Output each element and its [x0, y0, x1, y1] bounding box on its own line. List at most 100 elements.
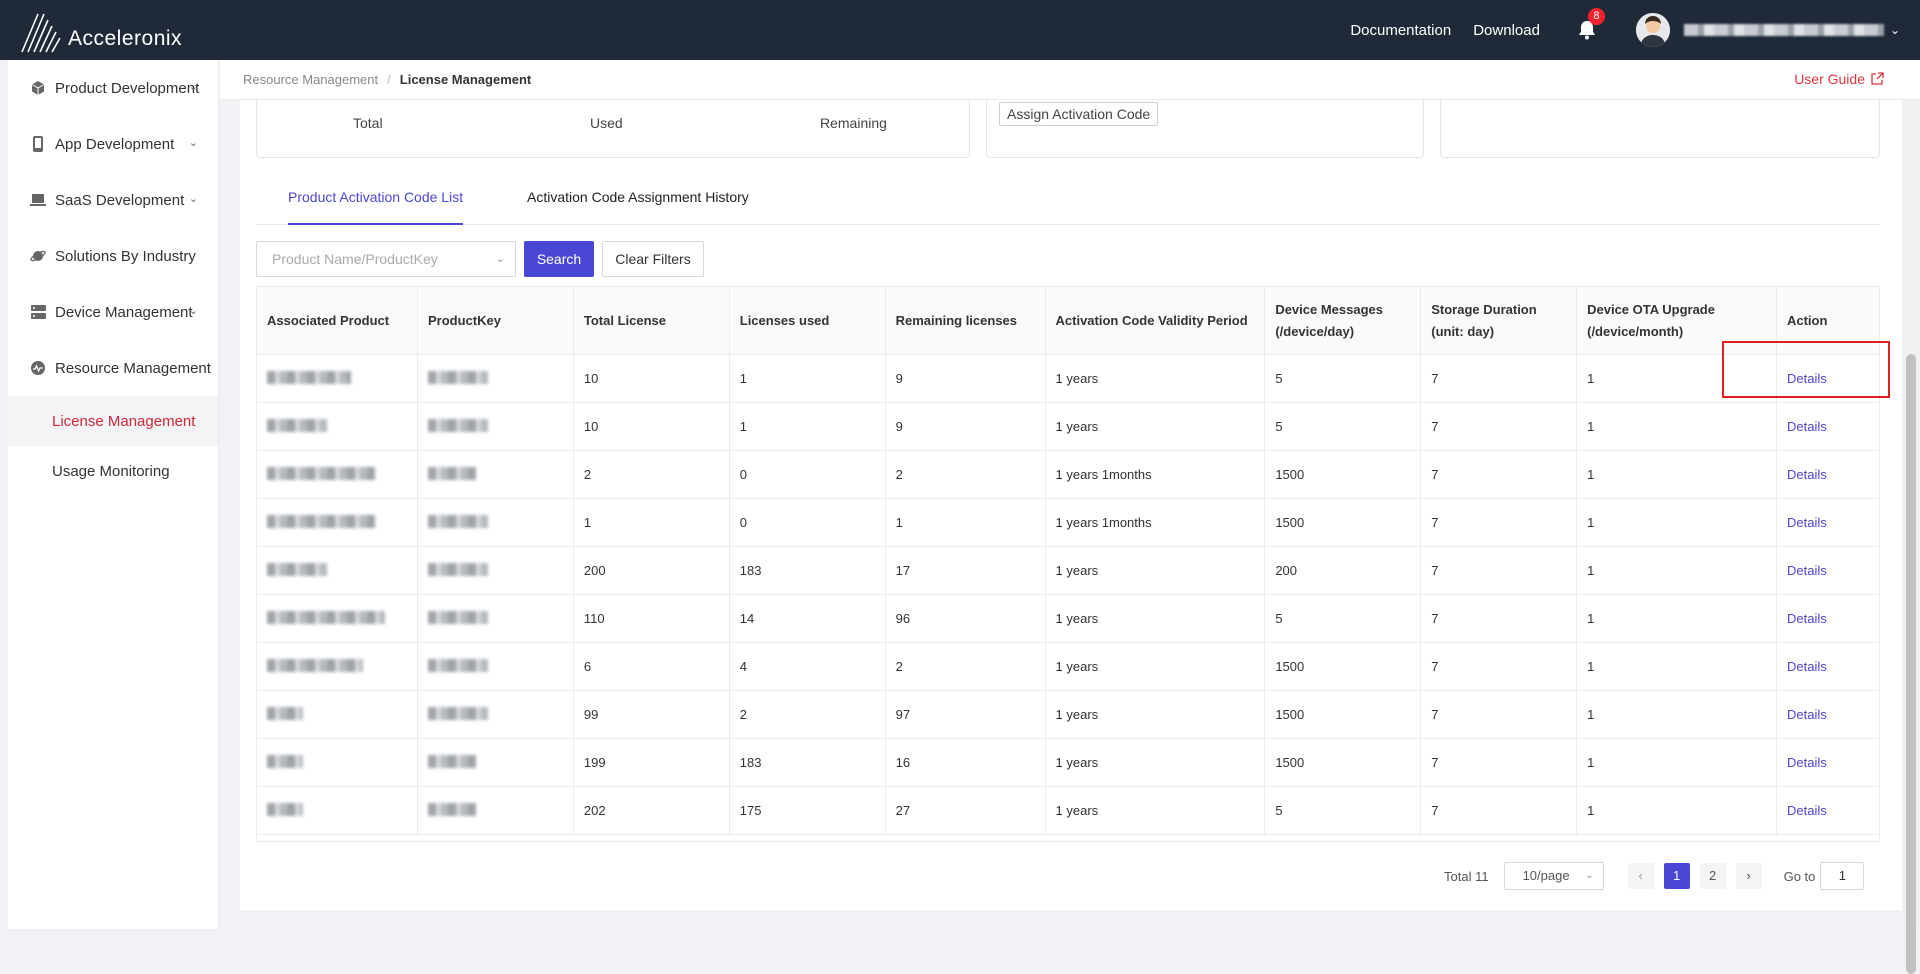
remaining-licenses-cell: 9	[884, 402, 1046, 451]
tab-activation-code-assignment-history[interactable]: Activation Code Assignment History	[527, 189, 749, 225]
details-link[interactable]: Details	[1775, 642, 1881, 691]
details-link[interactable]: Details	[1775, 786, 1881, 835]
page-scrollbar[interactable]	[1902, 60, 1920, 974]
table-row: 2021 years 1months 1500 7 1 Details	[256, 450, 1881, 499]
product-name-redacted	[256, 738, 418, 787]
total-license-cell: 202	[572, 786, 730, 835]
device-messages-cell: 1500	[1264, 690, 1422, 739]
details-link[interactable]: Details	[1775, 594, 1881, 643]
product-name-redacted	[256, 594, 418, 643]
ota-upgrade-cell: 1	[1576, 498, 1777, 547]
next-page-button[interactable]: ›	[1735, 863, 1762, 889]
redacted-text	[427, 802, 476, 816]
ota-upgrade-cell: 1	[1576, 450, 1777, 499]
remaining-licenses-cell: 27	[884, 786, 1046, 835]
details-link[interactable]: Details	[1775, 690, 1881, 739]
tab-product-activation-code-list[interactable]: Product Activation Code List	[288, 189, 464, 225]
details-link[interactable]: Details	[1775, 354, 1881, 403]
details-link[interactable]: Details	[1775, 546, 1881, 595]
table-row: 200 183 17 1 years 200 7 1 Details	[256, 546, 1881, 595]
sidebar-item-saas-development[interactable]: SaaS Development ⌄	[8, 172, 218, 228]
download-link[interactable]: Download	[1473, 22, 1540, 39]
search-button[interactable]: Search	[524, 241, 594, 277]
column-header: Remaining licenses	[884, 286, 1046, 355]
table-row: 199 183 16 1 years 1500 7 1 Details	[256, 738, 1881, 787]
sidebar-item-label: Resource Management	[55, 359, 211, 377]
storage-duration-cell: 7	[1420, 402, 1578, 451]
chevron-down-icon: ⌄	[188, 305, 198, 317]
sidebar-item-resource-management[interactable]: Resource Management	[8, 340, 218, 396]
licenses-used-cell: 1	[728, 402, 886, 451]
sidebar-item-usage-monitoring[interactable]: Usage Monitoring	[8, 446, 218, 496]
logo[interactable]: Acceleronix	[20, 8, 182, 54]
licenses-used-cell: 4	[728, 642, 886, 691]
assign-activation-code-button[interactable]: Assign Activation Code	[999, 102, 1159, 126]
avatar[interactable]	[1635, 13, 1670, 47]
product-name-redacted	[256, 498, 418, 547]
product-key-redacted	[416, 450, 574, 499]
scrollbar-thumb[interactable]	[1906, 354, 1916, 974]
top-bar: Acceleronix Documentation Download 8 ⌄	[0, 0, 1920, 60]
breadcrumb: Resource Management / License Management…	[220, 60, 1920, 100]
page-button-2[interactable]: 2	[1699, 863, 1726, 889]
sidebar-item-app-development[interactable]: App Development ⌄	[8, 116, 218, 172]
device-messages-cell: 5	[1264, 354, 1422, 403]
column-header: Action	[1775, 286, 1881, 355]
redacted-text	[267, 514, 375, 528]
sidebar-item-label: Solutions By Industry	[55, 247, 196, 265]
prev-page-button[interactable]: ‹	[1627, 863, 1654, 889]
licenses-used-cell: 14	[728, 594, 886, 643]
user-guide-link[interactable]: User Guide	[1794, 71, 1884, 87]
sidebar-item-label: Device Management	[55, 303, 193, 321]
licenses-used-cell: 183	[728, 546, 886, 595]
column-header: Device OTA Upgrade (/device/month)	[1576, 286, 1777, 355]
redacted-text	[427, 562, 488, 576]
ota-upgrade-cell: 1	[1576, 354, 1777, 403]
validity-period-cell: 1 years	[1044, 354, 1266, 403]
documentation-link[interactable]: Documentation	[1350, 22, 1451, 39]
remaining-licenses-cell: 2	[884, 642, 1046, 691]
remaining-licenses-cell: 1	[884, 498, 1046, 547]
table-row: 6421 years 1500 7 1 Details	[256, 642, 1881, 691]
table-bottom	[256, 834, 1880, 842]
details-link[interactable]: Details	[1775, 498, 1881, 547]
username-redacted[interactable]	[1683, 24, 1884, 36]
sidebar-item-device-management[interactable]: Device Management ⌄	[8, 284, 218, 340]
licenses-used-cell: 1	[728, 354, 886, 403]
total-license-cell: 1	[572, 498, 730, 547]
product-name-redacted	[256, 690, 418, 739]
remaining-licenses-cell: 2	[884, 450, 1046, 499]
sidebar-item-license-management[interactable]: License Management	[8, 396, 218, 446]
details-link[interactable]: Details	[1775, 450, 1881, 499]
validity-period-cell: 1 years	[1044, 738, 1266, 787]
column-header: Licenses used	[728, 286, 886, 355]
clear-filters-button[interactable]: Clear Filters	[602, 241, 704, 277]
redacted-text	[267, 658, 363, 672]
page-size-select[interactable]: 10/page ⌄	[1503, 862, 1604, 890]
validity-period-cell: 1 years	[1044, 402, 1266, 451]
validity-period-cell: 1 years 1months	[1044, 498, 1266, 547]
breadcrumb-parent[interactable]: Resource Management	[243, 72, 378, 87]
product-key-redacted	[416, 354, 574, 403]
sidebar-item-product-development[interactable]: Product Development ⌄	[8, 60, 218, 116]
remaining-licenses-cell: 17	[884, 546, 1046, 595]
table-row: 1011 years 1months 1500 7 1 Details	[256, 498, 1881, 547]
tab-bar: Product Activation Code List Activation …	[256, 181, 1880, 225]
notification-button[interactable]: 8	[1576, 8, 1605, 41]
user-menu-chevron-icon[interactable]: ⌄	[1890, 23, 1900, 37]
details-link[interactable]: Details	[1775, 738, 1881, 787]
licenses-used-cell: 0	[728, 498, 886, 547]
sidebar-item-label: SaaS Development	[55, 191, 185, 209]
storage-duration-cell: 7	[1420, 450, 1578, 499]
product-select[interactable]: Product Name/ProductKey ⌄	[256, 241, 516, 277]
page-button-1[interactable]: 1	[1663, 863, 1690, 889]
details-link[interactable]: Details	[1775, 402, 1881, 451]
total-license-cell: 10	[572, 402, 730, 451]
device-messages-cell: 5	[1264, 402, 1422, 451]
product-key-redacted	[416, 642, 574, 691]
table-row: 99 2 97 1 years 1500 7 1 Details	[256, 690, 1881, 739]
sidebar-item-solutions-by-industry[interactable]: Solutions By Industry	[8, 228, 218, 284]
pagination: Total 11 10/page ⌄ ‹ 1 2 › Go to 1	[1444, 862, 1865, 890]
goto-page-input[interactable]: 1	[1820, 862, 1865, 890]
logo-mark-icon	[21, 13, 61, 53]
